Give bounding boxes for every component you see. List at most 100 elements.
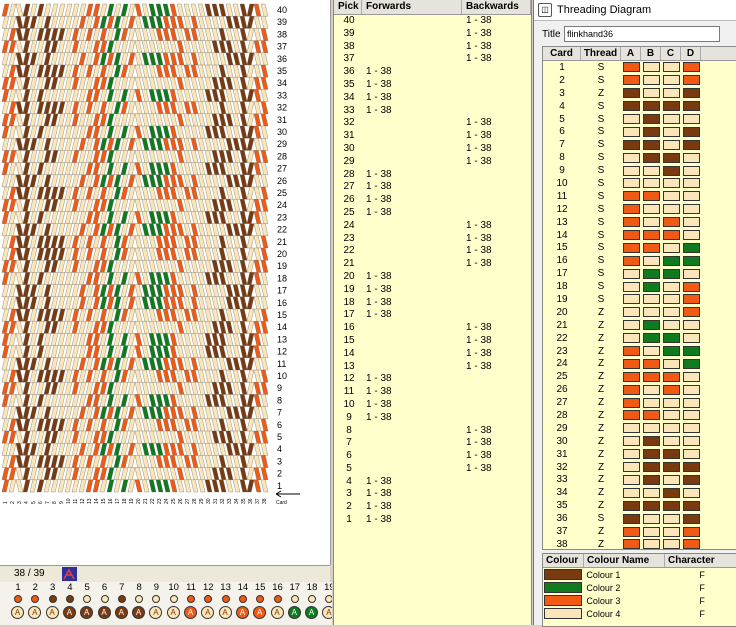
card-row[interactable]: 7S xyxy=(543,138,736,151)
hole-colour-swatch[interactable] xyxy=(622,114,640,124)
hole-colour-swatch[interactable] xyxy=(662,500,680,511)
thread-direction[interactable]: Z xyxy=(581,487,621,498)
thread-direction[interactable]: Z xyxy=(581,88,621,99)
hole-colour-swatch[interactable] xyxy=(622,101,640,112)
card-row[interactable]: 37 Z xyxy=(543,525,736,538)
hole-colour-swatch[interactable] xyxy=(642,487,660,498)
hole-colour-swatch[interactable] xyxy=(622,307,640,318)
hole-colour-swatch[interactable] xyxy=(682,281,700,292)
pick-row[interactable]: 19 1 - 38 xyxy=(334,284,531,297)
card-hole-dot[interactable] xyxy=(273,595,282,603)
hole-colour-swatch[interactable] xyxy=(682,178,700,189)
hole-colour-swatch[interactable] xyxy=(662,294,680,305)
hole-colour-swatch[interactable] xyxy=(622,178,640,189)
col-c[interactable]: C xyxy=(661,47,681,60)
hole-colour-swatch[interactable] xyxy=(622,449,640,460)
hole-colour-swatch[interactable] xyxy=(662,268,680,279)
thread-direction[interactable]: Z xyxy=(581,307,621,318)
pick-row[interactable]: 38 1 - 38 xyxy=(334,41,531,54)
thread-direction[interactable]: S xyxy=(581,204,621,215)
hole-colour-swatch[interactable] xyxy=(622,320,640,331)
hole-colour-swatch[interactable] xyxy=(642,294,660,305)
card-hole-a[interactable]: A xyxy=(80,606,94,619)
thread-direction[interactable]: Z xyxy=(581,320,621,331)
pick-row[interactable]: 12 1 - 38 xyxy=(334,373,531,386)
card-hole-a[interactable]: A xyxy=(287,606,301,619)
card-hole-dot[interactable] xyxy=(221,595,230,603)
hole-colour-swatch[interactable] xyxy=(682,500,700,511)
hole-colour-swatch[interactable] xyxy=(622,230,640,241)
card-hole-dot[interactable] xyxy=(169,595,178,603)
hole-colour-swatch[interactable] xyxy=(622,75,640,86)
hole-colour-swatch[interactable] xyxy=(662,165,680,176)
hole-colour-swatch[interactable] xyxy=(622,384,640,395)
hole-colour-swatch[interactable] xyxy=(642,165,660,176)
hole-colour-swatch[interactable] xyxy=(662,75,680,86)
hole-colour-swatch[interactable] xyxy=(662,346,680,357)
hole-colour-swatch[interactable] xyxy=(642,410,660,421)
thread-direction[interactable]: S xyxy=(581,114,621,125)
hole-colour-swatch[interactable] xyxy=(682,204,700,215)
pick-row[interactable]: 17 1 - 38 xyxy=(334,309,531,322)
hole-colour-swatch[interactable] xyxy=(642,242,660,253)
pick-row[interactable]: 39 1 - 38 xyxy=(334,28,531,41)
thread-direction[interactable]: S xyxy=(581,126,621,137)
pick-row[interactable]: 20 1 - 38 xyxy=(334,271,531,284)
hole-colour-swatch[interactable] xyxy=(642,230,660,241)
thread-direction[interactable]: S xyxy=(581,294,621,305)
pick-row[interactable]: 33 1 - 38 xyxy=(334,105,531,118)
card-row[interactable]: 16 S xyxy=(543,254,736,267)
threading-table[interactable]: Card Thread A B C D 1 S 2 S 3 Z 4 S 5 S 6 S 7 S 8 S 9 S 10… xyxy=(542,46,736,550)
hole-colour-swatch[interactable] xyxy=(682,333,700,344)
hole-colour-swatch[interactable] xyxy=(682,423,700,434)
hole-colour-swatch[interactable] xyxy=(622,333,640,344)
hole-colour-swatch[interactable] xyxy=(682,449,700,460)
hole-colour-swatch[interactable] xyxy=(622,487,640,498)
colour-row[interactable]: Colour 2F xyxy=(543,581,736,594)
hole-colour-swatch[interactable] xyxy=(622,242,640,253)
pick-row[interactable]: 41 - 38 xyxy=(334,476,531,489)
hole-colour-swatch[interactable] xyxy=(622,255,640,266)
col-backwards[interactable]: Backwards xyxy=(462,0,531,14)
card-row[interactable]: 3Z xyxy=(543,87,736,100)
hole-colour-swatch[interactable] xyxy=(682,346,700,357)
thread-direction[interactable]: Z xyxy=(581,539,621,549)
col-a[interactable]: A xyxy=(621,47,641,60)
card-row[interactable]: 4S xyxy=(543,100,736,113)
pick-row[interactable]: 11 1 - 38 xyxy=(334,386,531,399)
pick-row[interactable]: 26 1 - 38 xyxy=(334,194,531,207)
hole-colour-swatch[interactable] xyxy=(642,126,660,137)
hole-colour-swatch[interactable] xyxy=(682,513,700,524)
col-character[interactable]: Character xyxy=(665,554,736,567)
card-hole-dot[interactable] xyxy=(83,595,92,603)
card-hole-dot[interactable] xyxy=(204,595,213,603)
hole-colour-swatch[interactable] xyxy=(642,178,660,189)
hole-colour-swatch[interactable] xyxy=(642,474,660,485)
hole-colour-swatch[interactable] xyxy=(642,500,660,511)
thread-direction[interactable]: S xyxy=(581,139,621,150)
hole-colour-swatch[interactable] xyxy=(682,230,700,241)
thread-direction[interactable]: Z xyxy=(581,397,621,408)
hole-colour-swatch[interactable] xyxy=(622,474,640,485)
hole-colour-swatch[interactable] xyxy=(642,462,660,473)
hole-colour-swatch[interactable] xyxy=(622,88,640,99)
thread-direction[interactable]: S xyxy=(581,255,621,266)
pick-row[interactable]: 10 1 - 38 xyxy=(334,399,531,412)
hole-colour-swatch[interactable] xyxy=(682,126,700,137)
pick-row[interactable]: 36 1 - 38 xyxy=(334,66,531,79)
hole-colour-swatch[interactable] xyxy=(642,88,660,99)
hole-colour-swatch[interactable] xyxy=(682,474,700,485)
hole-colour-swatch[interactable] xyxy=(642,320,660,331)
hole-colour-swatch[interactable] xyxy=(642,436,660,447)
hole-colour-swatch[interactable] xyxy=(662,230,680,241)
hole-colour-swatch[interactable] xyxy=(642,346,660,357)
hole-colour-swatch[interactable] xyxy=(622,423,640,434)
hole-colour-swatch[interactable] xyxy=(682,139,700,150)
card-row[interactable]: 23 Z xyxy=(543,345,736,358)
hole-colour-swatch[interactable] xyxy=(622,526,640,537)
pick-row[interactable]: 11 - 38 xyxy=(334,514,531,527)
card-hole-a[interactable]: A xyxy=(149,606,163,619)
hole-colour-swatch[interactable] xyxy=(662,539,680,549)
card-hole-dot[interactable] xyxy=(325,595,332,603)
card-row[interactable]: 35 Z xyxy=(543,499,736,512)
